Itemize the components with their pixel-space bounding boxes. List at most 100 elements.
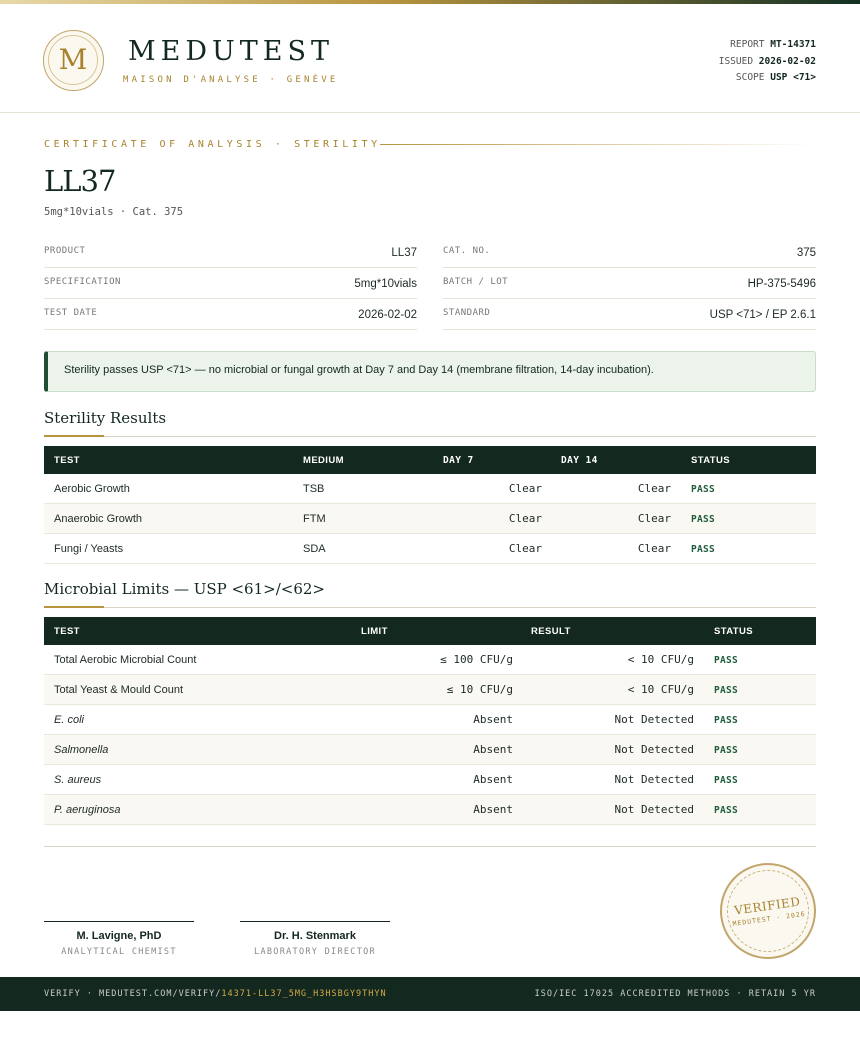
meta-issued-value: 2026-02-02 (758, 55, 816, 67)
cell-test: S. aureus (54, 774, 102, 786)
cell-test: Aerobic Growth (54, 483, 130, 495)
status-badge: PASS (714, 775, 739, 786)
cell-result: Not Detected (614, 713, 694, 726)
status-badge: PASS (714, 655, 739, 666)
cell-medium: SDA (303, 543, 326, 555)
col-header-test: TEST (54, 455, 80, 466)
cell-limit: ≤ 100 CFU/g (440, 653, 513, 666)
signature-analytical-chemist: M. Lavigne, PhD ANALYTICAL CHEMIST (44, 921, 194, 957)
certificate-label: CERTIFICATE OF ANALYSIS · STERILITY (44, 139, 381, 150)
brand-logo-seal: M (43, 30, 104, 91)
table-row: P. aeruginosa Absent Not Detected PASS (44, 795, 816, 825)
status-badge: PASS (691, 484, 716, 495)
section-rule (44, 436, 816, 437)
cell-test: Total Yeast & Mould Count (54, 684, 184, 696)
cell-day14: Clear (637, 512, 671, 525)
cell-medium: FTM (303, 513, 326, 525)
sterility-pass-banner: Sterility passes USP <71> — no microbial… (44, 351, 816, 392)
signature-divider (44, 846, 816, 847)
cell-test: Fungi / Yeasts (54, 543, 124, 555)
microbial-section-title: Microbial Limits — USP <61>/<62> (44, 580, 325, 598)
table-row: Anaerobic Growth FTM Clear Clear PASS (44, 504, 816, 534)
cell-limit: Absent (473, 803, 513, 816)
signature-line (240, 921, 390, 922)
detail-row-product: PRODUCT LL37 (44, 237, 417, 268)
cell-result: < 10 CFU/g (627, 683, 694, 696)
cell-medium: TSB (303, 483, 325, 495)
cell-result: < 10 CFU/g (627, 653, 694, 666)
cell-day14: Clear (637, 482, 671, 495)
status-badge: PASS (714, 745, 739, 756)
meta-issued: ISSUED 2026-02-02 (719, 54, 816, 71)
meta-scope-value: USP <71> (770, 72, 816, 83)
section-rule (44, 607, 816, 608)
banner-text: Sterility passes USP <71> — no microbial… (64, 364, 654, 376)
certificate-divider (380, 144, 816, 145)
detail-value: 375 (796, 247, 816, 259)
detail-label: BATCH / LOT (443, 277, 509, 287)
table-row: Total Yeast & Mould Count ≤ 10 CFU/g < 1… (44, 675, 816, 705)
report-meta: REPORT MT-14371 ISSUED 2026-02-02 SCOPE … (719, 37, 816, 87)
section-accent (44, 606, 104, 608)
cell-result: Not Detected (614, 743, 694, 756)
status-badge: PASS (714, 715, 739, 726)
meta-scope: SCOPE USP <71> (719, 70, 816, 87)
detail-label: TEST DATE (44, 308, 98, 318)
verify-link[interactable]: 14371-LL37_5MG_H3HSBGY9THYN (221, 989, 386, 999)
col-header-result: RESULT (531, 626, 571, 637)
detail-label: CAT. NO. (443, 246, 491, 256)
col-header-day14: DAY 14 (561, 455, 598, 466)
verified-seal-icon: VERIFIED MEDUTEST · 2026 (713, 856, 823, 966)
detail-value: 2026-02-02 (358, 309, 417, 321)
col-header-test: TEST (54, 626, 80, 637)
detail-value: HP-375-5496 (747, 278, 816, 290)
table-row: Fungi / Yeasts SDA Clear Clear PASS (44, 534, 816, 564)
cell-limit: ≤ 10 CFU/g (446, 683, 513, 696)
col-header-limit: LIMIT (361, 626, 388, 637)
microbial-limits-table: TEST LIMIT RESULT STATUS Total Aerobic M… (44, 617, 816, 825)
table-row: Aerobic Growth TSB Clear Clear PASS (44, 474, 816, 504)
detail-value: LL37 (391, 247, 417, 259)
meta-label: SCOPE (735, 72, 765, 83)
meta-label: REPORT (730, 39, 765, 50)
detail-row-standard: STANDARD USP <71> / EP 2.6.1 (443, 299, 816, 330)
detail-row-test-date: TEST DATE 2026-02-02 (44, 299, 417, 330)
signatory-role: LABORATORY DIRECTOR (254, 947, 376, 957)
signatory-name: Dr. H. Stenmark (274, 930, 356, 942)
cell-test: Salmonella (54, 744, 109, 756)
meta-label: ISSUED (718, 55, 754, 67)
detail-row-batch: BATCH / LOT HP-375-5496 (443, 268, 816, 299)
signature-laboratory-director: Dr. H. Stenmark LABORATORY DIRECTOR (240, 921, 390, 957)
status-badge: PASS (714, 805, 739, 816)
signatory-role: ANALYTICAL CHEMIST (61, 947, 177, 957)
meta-report-value: MT-14371 (770, 39, 816, 50)
col-header-day7: DAY 7 (443, 455, 474, 466)
col-header-medium: MEDIUM (303, 455, 344, 466)
cell-test: Total Aerobic Microbial Count (54, 654, 197, 666)
cell-limit: Absent (473, 773, 513, 786)
cell-limit: Absent (473, 743, 513, 756)
product-title: LL37 (44, 164, 116, 198)
product-subtitle: 5mg*10vials · Cat. 375 (44, 206, 184, 218)
cell-day7: Clear (508, 512, 542, 525)
cell-test: Anaerobic Growth (54, 513, 143, 525)
cell-day7: Clear (508, 542, 542, 555)
detail-row-specification: SPECIFICATION 5mg*10vials (44, 268, 417, 299)
sterility-section-title: Sterility Results (44, 409, 167, 427)
logo-letter: M (58, 43, 88, 76)
status-badge: PASS (691, 514, 716, 525)
signature-line (44, 921, 194, 922)
cell-day14: Clear (637, 542, 671, 555)
table-row: Total Aerobic Microbial Count ≤ 100 CFU/… (44, 645, 816, 675)
cell-result: Not Detected (614, 773, 694, 786)
cell-test: E. coli (54, 714, 84, 726)
status-badge: PASS (714, 685, 739, 696)
verify-text: VERIFY · MEDUTEST.COM/VERIFY/14371-LL37_… (44, 989, 387, 999)
detail-label: SPECIFICATION (44, 277, 121, 287)
detail-row-cat-no: CAT. NO. 375 (443, 237, 816, 268)
detail-label: STANDARD (443, 308, 491, 318)
brand-tagline: MAISON D'ANALYSE · GENÈVE (123, 75, 339, 85)
microbial-table-header: TEST LIMIT RESULT STATUS (44, 617, 816, 645)
section-accent (44, 435, 104, 437)
microbial-rows: Total Aerobic Microbial Count ≤ 100 CFU/… (44, 645, 816, 825)
